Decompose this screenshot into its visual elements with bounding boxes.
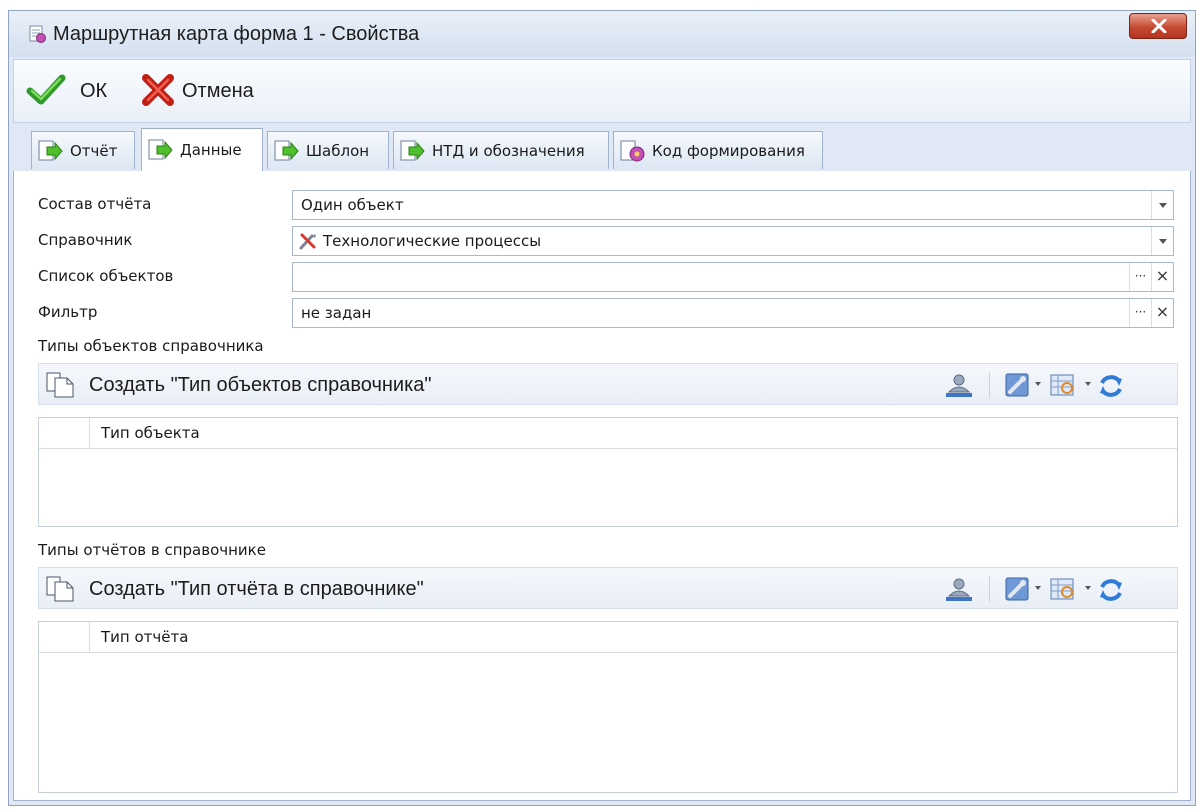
tab-ntd-label: НТД и обозначения bbox=[432, 142, 585, 160]
browse-button[interactable]: ··· bbox=[1129, 299, 1151, 327]
properties-tool-icon[interactable] bbox=[1004, 576, 1030, 602]
filter-field[interactable]: не задан ··· × bbox=[292, 298, 1174, 328]
reference-dropdown[interactable]: Технологические процессы bbox=[292, 226, 1174, 256]
tab-template[interactable]: Шаблон bbox=[267, 131, 389, 169]
view-grid-icon[interactable] bbox=[1049, 576, 1077, 602]
clear-icon[interactable]: × bbox=[1151, 299, 1173, 327]
report-composition-label: Состав отчёта bbox=[38, 195, 152, 213]
tab-code[interactable]: Код формирования bbox=[613, 131, 823, 169]
column-header-object-type[interactable]: Тип объекта bbox=[101, 424, 200, 442]
create-object-type-label: Создать "Тип объектов справочника" bbox=[89, 374, 432, 396]
row-header-cell[interactable] bbox=[39, 622, 90, 652]
properties-dialog: Маршрутная карта форма 1 - Свойства ОК О… bbox=[8, 10, 1196, 806]
reference-value: Технологические процессы bbox=[323, 232, 542, 250]
chevron-down-icon[interactable] bbox=[1151, 227, 1173, 255]
tab-data[interactable]: Данные bbox=[141, 128, 263, 172]
chevron-down-icon[interactable] bbox=[1035, 586, 1041, 590]
tab-report[interactable]: Отчёт bbox=[31, 131, 135, 169]
code-gear-icon bbox=[620, 140, 645, 162]
create-report-type-button[interactable]: Создать "Тип отчёта в справочнике" bbox=[43, 572, 563, 604]
properties-tool-icon[interactable] bbox=[1004, 372, 1030, 398]
object-types-grid[interactable]: Тип объекта bbox=[38, 417, 1178, 527]
checkmark-icon bbox=[26, 74, 66, 105]
report-types-toolbar: Создать "Тип отчёта в справочнике" bbox=[38, 567, 1178, 609]
clear-icon[interactable]: × bbox=[1151, 263, 1173, 291]
cancel-button[interactable]: Отмена bbox=[140, 74, 290, 106]
toolbar-separator bbox=[989, 372, 990, 398]
column-header-report-type[interactable]: Тип отчёта bbox=[101, 628, 188, 646]
cancel-label: Отмена bbox=[182, 80, 254, 102]
report-form-icon bbox=[29, 25, 46, 43]
chevron-down-icon[interactable] bbox=[1085, 586, 1091, 590]
data-tab-content: Состав отчёта Один объект Справочник Тех… bbox=[13, 171, 1191, 801]
tools-icon bbox=[299, 233, 316, 250]
close-icon bbox=[1151, 19, 1167, 33]
report-arrow-icon bbox=[38, 140, 63, 161]
user-edit-icon[interactable] bbox=[944, 372, 974, 398]
window-title: Маршрутная карта форма 1 - Свойства bbox=[53, 23, 420, 45]
data-arrow-icon bbox=[148, 139, 173, 160]
chevron-down-icon[interactable] bbox=[1151, 191, 1173, 219]
user-edit-icon[interactable] bbox=[944, 576, 974, 602]
object-types-section-label: Типы объектов справочника bbox=[38, 337, 264, 355]
tab-strip: Отчёт Данные Шаблон НТД и обозначения Ко… bbox=[13, 125, 1191, 172]
new-document-icon bbox=[46, 372, 74, 398]
view-grid-icon[interactable] bbox=[1049, 372, 1077, 398]
report-types-grid[interactable]: Тип отчёта bbox=[38, 621, 1178, 793]
close-button[interactable] bbox=[1129, 13, 1187, 39]
report-composition-value: Один объект bbox=[301, 196, 404, 214]
filter-value: не задан bbox=[301, 304, 372, 322]
tab-template-label: Шаблон bbox=[306, 142, 370, 160]
refresh-icon[interactable] bbox=[1097, 576, 1125, 604]
tab-report-label: Отчёт bbox=[70, 142, 118, 160]
object-list-label: Список объектов bbox=[38, 267, 174, 285]
reference-label: Справочник bbox=[38, 231, 133, 249]
grid-header: Тип отчёта bbox=[39, 622, 1177, 653]
object-list-field[interactable]: ··· × bbox=[292, 262, 1174, 292]
ok-button[interactable]: ОК bbox=[26, 74, 138, 106]
chevron-down-icon[interactable] bbox=[1085, 382, 1091, 386]
create-report-type-label: Создать "Тип отчёта в справочнике" bbox=[89, 578, 424, 600]
report-types-section-label: Типы отчётов в справочнике bbox=[38, 541, 266, 559]
tab-data-label: Данные bbox=[180, 141, 242, 159]
action-toolbar: ОК Отмена bbox=[13, 59, 1191, 123]
refresh-icon[interactable] bbox=[1097, 372, 1125, 400]
toolbar-separator bbox=[989, 576, 990, 602]
tab-ntd[interactable]: НТД и обозначения bbox=[393, 131, 609, 169]
ok-label: ОК bbox=[80, 80, 108, 102]
filter-label: Фильтр bbox=[38, 303, 98, 321]
ntd-arrow-icon bbox=[400, 140, 425, 161]
template-arrow-icon bbox=[274, 140, 299, 161]
report-composition-dropdown[interactable]: Один объект bbox=[292, 190, 1174, 220]
row-header-cell[interactable] bbox=[39, 418, 90, 448]
new-document-icon bbox=[46, 576, 74, 602]
cancel-x-icon bbox=[142, 74, 174, 106]
object-types-toolbar: Создать "Тип объектов справочника" bbox=[38, 363, 1178, 405]
grid-header: Тип объекта bbox=[39, 418, 1177, 449]
chevron-down-icon[interactable] bbox=[1035, 382, 1041, 386]
tab-code-label: Код формирования bbox=[652, 142, 805, 160]
create-object-type-button[interactable]: Создать "Тип объектов справочника" bbox=[43, 368, 563, 400]
browse-button[interactable]: ··· bbox=[1129, 263, 1151, 291]
title-bar[interactable]: Маршрутная карта форма 1 - Свойства bbox=[9, 11, 1195, 57]
